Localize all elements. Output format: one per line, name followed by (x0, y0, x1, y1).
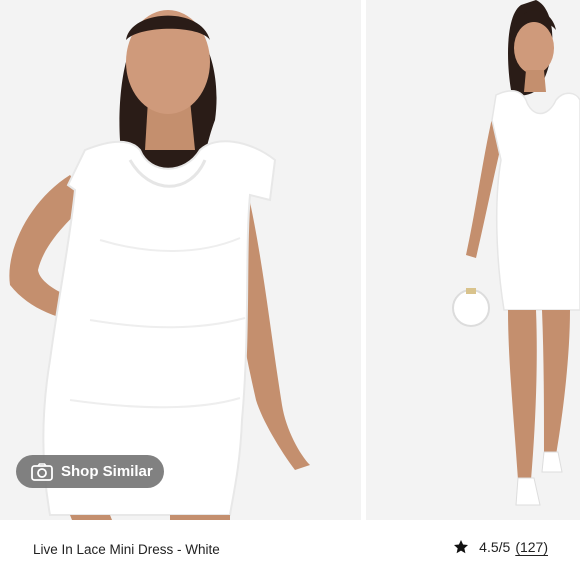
shop-similar-button[interactable]: Shop Similar (16, 455, 164, 488)
model-front-illustration (0, 0, 361, 520)
camera-icon (31, 462, 53, 481)
product-title[interactable]: Live In Lace Mini Dress - White (33, 542, 220, 557)
model-full-illustration (366, 0, 580, 520)
product-info-bar: Live In Lace Mini Dress - White 4.5/5 (1… (0, 520, 580, 580)
product-image-gallery[interactable]: Shop Similar (0, 0, 580, 520)
product-photo-main[interactable] (0, 0, 361, 520)
product-photo-secondary[interactable] (366, 0, 580, 520)
shop-similar-label: Shop Similar (61, 463, 153, 480)
star-icon (453, 539, 469, 555)
rating-value: 4.5/5 (479, 539, 511, 555)
review-count-link[interactable]: (127) (515, 539, 548, 555)
product-rating: 4.5/5 (127) (453, 539, 548, 555)
